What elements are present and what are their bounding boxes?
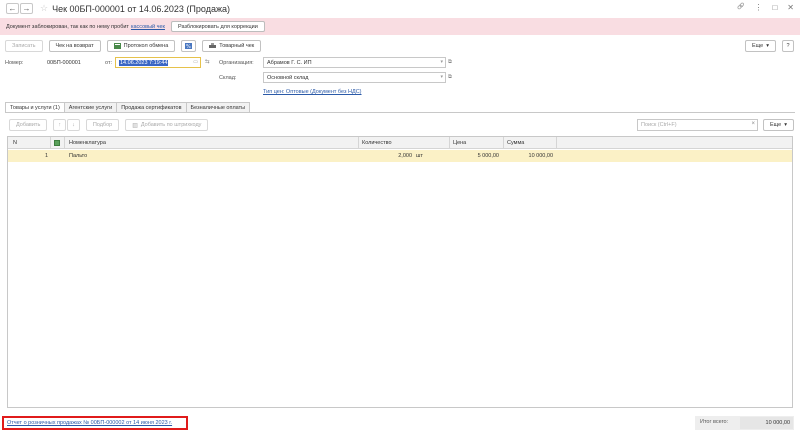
table-toolbar: Добавить ↑ ↓ Подбор ▥ Добавить по штрихк…: [9, 119, 209, 131]
row-unit: шт: [416, 153, 423, 159]
close-icon[interactable]: ✕: [787, 3, 794, 12]
table-more-button[interactable]: Еще ▾: [763, 119, 794, 131]
organization-value: Абрамов Г. С. ИП: [267, 59, 312, 66]
post-button[interactable]: Записать: [5, 40, 43, 52]
number-label: Номер:: [5, 60, 24, 66]
tab-divider: [5, 112, 795, 113]
row-item[interactable]: Пальто: [69, 150, 87, 162]
forward-button[interactable]: →: [20, 3, 33, 14]
row-qty[interactable]: 2,000: [362, 150, 412, 162]
svg-text:%: %: [186, 44, 191, 49]
add-barcode-label: Добавить по штрихкоду: [140, 122, 202, 128]
open-warehouse-icon[interactable]: ⧉: [448, 74, 452, 81]
alert-message: Документ заблокирован, так как по нему п…: [6, 23, 129, 30]
total-label: Итог всего:: [700, 419, 729, 425]
printer-icon: [209, 43, 217, 49]
goods-check-label: Товарный чек: [219, 43, 255, 49]
col-sum[interactable]: Сумма: [507, 137, 524, 149]
col-price[interactable]: Цена: [453, 137, 466, 149]
arrow-right-icon: →: [22, 4, 31, 13]
move-down-button[interactable]: ↓: [67, 119, 80, 131]
lock-alert: Документ заблокирован, так как по нему п…: [0, 18, 800, 35]
exchange-icon: [113, 43, 121, 49]
date-field[interactable]: 14.06.2023 7:19:44 ▭: [115, 57, 201, 68]
link-icon[interactable]: 🔗: [737, 3, 744, 12]
more-label: Еще: [752, 43, 764, 49]
filter-button[interactable]: %: [181, 40, 197, 52]
chevron-down-icon: ▾: [766, 43, 769, 49]
title-bar: ← → ☆ Чек 00БП-000001 от 14.06.2023 (Про…: [0, 0, 800, 17]
org-label: Организация:: [219, 60, 254, 66]
date-value: 14.06.2023 7:19:44: [119, 59, 169, 66]
checkbox-column-icon: [54, 140, 60, 146]
open-org-icon[interactable]: ⧉: [448, 59, 452, 66]
row-price[interactable]: 5 000,00: [453, 150, 499, 162]
warehouse-value: Основной склад: [267, 74, 309, 81]
add-row-button[interactable]: Добавить: [9, 119, 48, 131]
table-more-label: Еще: [770, 122, 782, 128]
row-sum[interactable]: 10 000,00: [507, 150, 553, 162]
date-label: от:: [105, 60, 112, 66]
unlock-button[interactable]: Разблокировать для коррекции: [170, 21, 265, 32]
retail-report-link[interactable]: Отчет о розничных продажах № 00БП-000002…: [2, 416, 188, 430]
search-input[interactable]: Поиск (Ctrl+F) ×: [637, 119, 758, 131]
add-barcode-button[interactable]: ▥ Добавить по штрихкоду: [125, 119, 209, 131]
help-button[interactable]: ?: [782, 40, 794, 52]
goods-check-button[interactable]: Товарный чек: [202, 40, 262, 52]
number-field[interactable]: 00БП-000001: [44, 57, 100, 68]
maximize-icon[interactable]: □: [772, 3, 777, 12]
goods-table: N Номенклатура Количество Цена Сумма 1 П…: [7, 136, 793, 408]
warehouse-field[interactable]: Основной склад ▾: [263, 72, 446, 83]
calendar-icon[interactable]: ▭: [193, 59, 198, 65]
window-controls: 🔗 ⋮ □ ✕: [737, 3, 794, 12]
col-check[interactable]: [54, 137, 60, 149]
chevron-down-icon: ▾: [784, 122, 787, 128]
dropdown-icon[interactable]: ▾: [440, 59, 443, 65]
col-n[interactable]: N: [13, 137, 17, 149]
exchange-log-button[interactable]: Протокол обмена: [106, 40, 176, 52]
menu-icon[interactable]: ⋮: [754, 3, 762, 12]
table-row[interactable]: 1 Пальто 2,000 шт 5 000,00 10 000,00: [8, 150, 792, 162]
move-up-button[interactable]: ↑: [53, 119, 67, 131]
row-number: 1: [44, 153, 48, 159]
main-toolbar: Записать Чек на возврат Протокол обмена …: [5, 40, 262, 52]
dropdown-icon[interactable]: ▾: [440, 74, 443, 80]
more-button[interactable]: Еще ▾: [745, 40, 776, 52]
exchange-log-label: Протокол обмена: [123, 43, 169, 49]
search-placeholder: Поиск (Ctrl+F): [641, 122, 677, 128]
total-value: 10 000,00: [740, 417, 793, 429]
move-buttons: ↑ ↓: [53, 119, 80, 131]
return-check-button[interactable]: Чек на возврат: [48, 40, 101, 52]
window-title: Чек 00БП-000001 от 14.06.2023 (Продажа): [52, 3, 230, 14]
table-header: N Номенклатура Количество Цена Сумма: [8, 137, 792, 149]
cash-receipt-link[interactable]: кассовый чек: [131, 24, 165, 30]
arrow-left-icon: ←: [8, 4, 17, 13]
barcode-icon: ▥: [132, 122, 138, 129]
calendar-history-icon[interactable]: ⇆: [205, 59, 210, 65]
filter-icon: %: [185, 43, 193, 50]
price-type-link[interactable]: Тип цен: Оптовые (Документ без НДС): [263, 89, 362, 95]
select-button[interactable]: Подбор: [85, 119, 120, 131]
star-icon[interactable]: ☆: [40, 3, 48, 14]
organization-field[interactable]: Абрамов Г. С. ИП ▾: [263, 57, 446, 68]
back-button[interactable]: ←: [6, 3, 19, 14]
warehouse-label: Склад:: [219, 75, 237, 81]
col-item[interactable]: Номенклатура: [69, 137, 106, 149]
col-qty[interactable]: Количество: [362, 137, 392, 149]
clear-search-icon[interactable]: ×: [751, 121, 755, 127]
